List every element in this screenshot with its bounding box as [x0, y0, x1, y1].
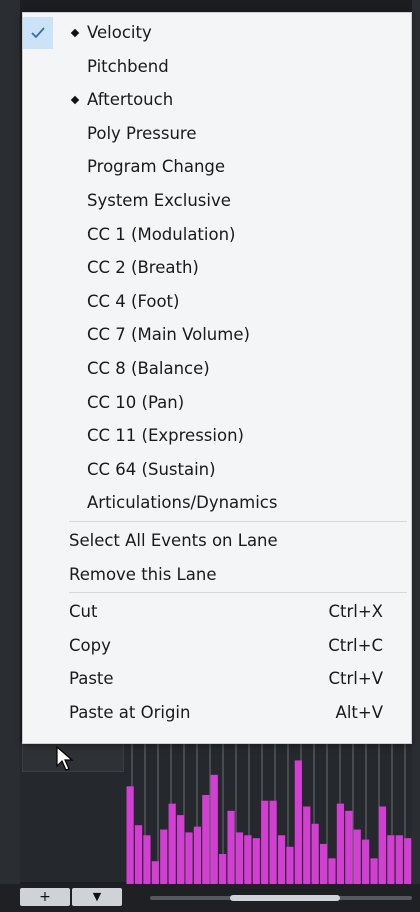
menu-item-controller[interactable]: CC 10 (Pan) — [23, 387, 411, 419]
velocity-bar[interactable] — [193, 826, 202, 890]
menu-item-controller[interactable]: CC 11 (Expression) — [23, 420, 411, 452]
menu-item-controller[interactable]: CC 4 (Foot) — [23, 286, 411, 318]
menu-item-controller-label: System Exclusive — [87, 191, 231, 210]
checkmark-icon — [23, 17, 53, 49]
velocity-bar[interactable] — [362, 839, 370, 890]
shortcut-label: Ctrl+C — [328, 635, 383, 655]
menu-item-controller-label: Articulations/Dynamics — [87, 493, 278, 513]
menu-item-edit-label: Cut — [69, 602, 98, 622]
velocity-bar[interactable] — [269, 800, 277, 890]
velocity-bar[interactable] — [303, 806, 311, 890]
scrollbar-thumb[interactable] — [230, 895, 340, 901]
velocity-bar[interactable] — [126, 786, 134, 890]
menu-item-lane-label: Select All Events on Lane — [69, 531, 278, 550]
velocity-bar[interactable] — [353, 829, 361, 890]
velocity-bar[interactable] — [202, 794, 210, 890]
velocity-bar[interactable] — [210, 774, 218, 890]
menu-item-edit-label: Paste — [69, 669, 114, 689]
velocity-bar[interactable] — [387, 835, 395, 890]
menu-item-controller-label: CC 11 (Expression) — [87, 426, 244, 446]
menu-item-controller-label: CC 2 (Breath) — [87, 258, 199, 278]
menu-item-controller[interactable]: Program Change — [23, 151, 411, 183]
menu-item-lane[interactable]: Select All Events on Lane — [23, 525, 411, 557]
velocity-bar[interactable] — [227, 810, 235, 890]
menu-item-controller[interactable]: CC 2 (Breath) — [23, 252, 411, 284]
velocity-bar[interactable] — [378, 806, 387, 890]
menu-item-lane-label: Remove this Lane — [69, 564, 217, 584]
velocity-bar[interactable] — [252, 838, 260, 890]
menu-item-controller-label: CC 8 (Balance) — [87, 359, 210, 378]
has-data-diamond-icon — [70, 95, 80, 105]
menu-item-controller-label: CC 7 (Main Volume) — [87, 325, 250, 345]
shortcut-label: Ctrl+X — [328, 602, 384, 622]
menu-item-controller[interactable]: Poly Pressure — [23, 118, 411, 150]
menu-item-controller-label: Aftertouch — [87, 90, 174, 110]
velocity-bar[interactable] — [404, 838, 412, 890]
menu-item-edit[interactable]: Copy Ctrl+C — [23, 630, 411, 662]
velocity-bar[interactable] — [143, 835, 151, 890]
menu-item-controller[interactable]: Aftertouch — [23, 84, 411, 116]
velocity-bar[interactable] — [345, 810, 353, 890]
menu-item-edit-label: Copy — [69, 635, 111, 655]
velocity-bar[interactable] — [277, 835, 286, 890]
shortcut-label: Ctrl+V — [328, 669, 383, 689]
velocity-bar[interactable] — [168, 803, 176, 890]
menu-item-controller[interactable]: CC 7 (Main Volume) — [23, 319, 411, 351]
velocity-bar[interactable] — [185, 832, 193, 890]
menu-item-controller[interactable]: CC 64 (Sustain) — [23, 454, 411, 486]
velocity-bar[interactable] — [336, 803, 345, 890]
lane-dropdown-button[interactable]: ▼ — [72, 888, 122, 906]
velocity-bar[interactable] — [395, 835, 403, 890]
context-menu: Velocity Pitchbend Aftertouch Poly Pressure… — [22, 12, 412, 744]
menu-item-controller-label: Poly Pressure — [87, 123, 197, 143]
velocity-bar[interactable] — [261, 800, 269, 890]
velocity-bar[interactable] — [311, 823, 319, 890]
menu-item-controller[interactable]: CC 8 (Balance) — [23, 353, 411, 385]
menu-separator — [69, 521, 407, 522]
mouse-cursor-icon — [56, 746, 74, 771]
velocity-bar[interactable] — [134, 825, 143, 890]
menu-item-controller-label: Program Change — [87, 157, 226, 177]
menu-item-controller-label: CC 10 (Pan) — [87, 392, 185, 412]
velocity-bar[interactable] — [160, 829, 168, 890]
menu-item-controller-label: CC 1 (Modulation) — [87, 224, 236, 244]
menu-separator — [69, 592, 407, 594]
menu-item-controller[interactable]: CC 1 (Modulation) — [23, 219, 411, 251]
menu-item-controller[interactable]: System Exclusive — [23, 185, 411, 217]
menu-item-edit[interactable]: Paste Ctrl+V — [23, 663, 411, 695]
velocity-bar[interactable] — [244, 835, 252, 890]
velocity-bars — [126, 742, 412, 890]
menu-item-controller[interactable]: Velocity — [23, 17, 411, 49]
menu-item-controller-label: Pitchbend — [87, 56, 169, 76]
menu-item-edit[interactable]: Cut Ctrl+X — [23, 596, 411, 628]
editor-left-strip — [0, 0, 20, 912]
menu-item-controller-label: CC 64 (Sustain) — [87, 459, 216, 479]
velocity-lane-display[interactable] — [126, 742, 412, 890]
velocity-bar[interactable] — [176, 815, 185, 890]
menu-item-controller-label: Velocity — [87, 23, 152, 42]
menu-item-edit[interactable]: Paste at Origin Alt+V — [23, 697, 411, 729]
velocity-bar[interactable] — [294, 760, 302, 890]
menu-item-controller-label: CC 4 (Foot) — [87, 291, 180, 311]
shortcut-label: Alt+V — [335, 703, 383, 722]
menu-item-controller[interactable]: Pitchbend — [23, 51, 411, 83]
menu-item-edit-label: Paste at Origin — [69, 703, 191, 722]
editor-right-strip — [412, 0, 420, 912]
menu-item-lane[interactable]: Remove this Lane — [23, 559, 411, 591]
has-data-diamond-icon — [70, 28, 80, 38]
menu-item-controller[interactable]: Articulations/Dynamics — [23, 487, 411, 519]
add-lane-button[interactable]: + — [20, 888, 70, 906]
velocity-bar[interactable] — [235, 832, 244, 890]
